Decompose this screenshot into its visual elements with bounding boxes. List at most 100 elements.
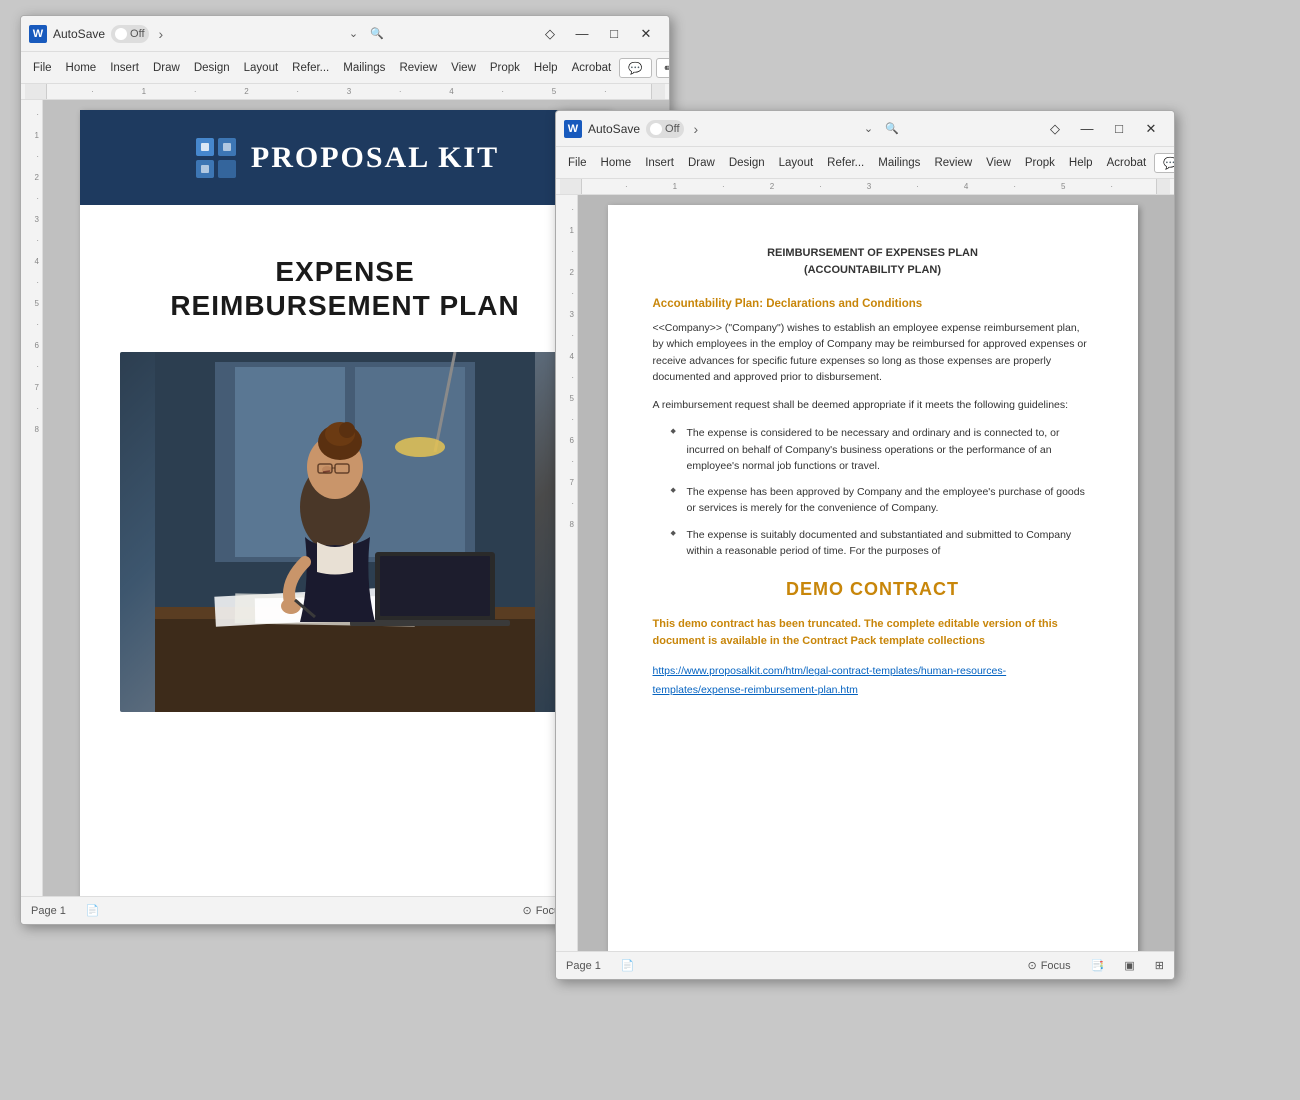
menu-review-1[interactable]: Review <box>393 59 443 77</box>
ruler-1: · 1 · 2 · 3 · 4 · 5 · <box>21 84 669 100</box>
demo-link[interactable]: https://www.proposalkit.com/htm/legal-co… <box>653 665 1007 696</box>
page-indicator-2: Page 1 <box>566 960 601 972</box>
menu-file-2[interactable]: File <box>562 154 593 172</box>
menu-acrobat-2[interactable]: Acrobat <box>1101 154 1153 172</box>
content-document: REIMBURSEMENT OF EXPENSES PLAN (ACCOUNTA… <box>608 205 1138 951</box>
focus-icon-2: ⊙ <box>1027 959 1036 972</box>
focus-icon-1: ⊙ <box>522 904 531 917</box>
diamond-btn-2[interactable]: ◇ <box>1040 114 1070 144</box>
ruler-right-2 <box>1156 179 1170 194</box>
diamond-btn-1[interactable]: ◇ <box>535 19 565 49</box>
menu-draw-2[interactable]: Draw <box>682 154 721 172</box>
minimize-btn-2[interactable]: — <box>1072 114 1102 144</box>
close-btn-1[interactable]: ✕ <box>631 19 661 49</box>
view-icon-4: 📑 <box>1091 959 1105 972</box>
proposal-kit-logo: Proposal Kit <box>191 133 499 183</box>
toggle-circle-2 <box>650 123 662 135</box>
paragraph-1: <<Company>> ("Company") wishes to establ… <box>653 320 1093 385</box>
comment-button-1[interactable]: 💬 <box>619 58 651 78</box>
cover-document: Proposal Kit EXPENSE REIMBURSEMENT PLAN <box>80 110 610 896</box>
menu-design-2[interactable]: Design <box>723 154 771 172</box>
cover-illustration <box>120 352 570 712</box>
menu-view-1[interactable]: View <box>445 59 482 77</box>
title-bar-chevron-2: › <box>694 121 699 137</box>
menu-layout-1[interactable]: Layout <box>238 59 285 77</box>
menu-references-1[interactable]: Refer... <box>286 59 335 77</box>
ruler-marks-1: · 1 · 2 · 3 · 4 · 5 · <box>47 87 651 96</box>
menu-insert-2[interactable]: Insert <box>639 154 680 172</box>
menu-design-1[interactable]: Design <box>188 59 236 77</box>
doc-content-area-2[interactable]: · 1 · 2 · 3 · 4 · 5 · 6 · 7 · 8 REIMBURS… <box>556 195 1174 951</box>
title-search-2[interactable]: 🔍 <box>885 122 899 135</box>
doc-main-title: EXPENSE REIMBURSEMENT PLAN <box>120 255 570 322</box>
title-bar-center-search[interactable]: 🔍 <box>370 27 384 40</box>
menu-review-2[interactable]: Review <box>928 154 978 172</box>
bullet-item-2: The expense has been approved by Company… <box>673 484 1093 517</box>
ruler-2: · 1 · 2 · 3 · 4 · 5 · <box>556 179 1174 195</box>
toggle-state-1: Off <box>130 28 144 40</box>
autosave-toggle-2[interactable]: Off <box>646 120 683 138</box>
focus-label-2[interactable]: ⊙ Focus <box>1027 959 1070 972</box>
demo-text: This demo contract has been truncated. T… <box>653 616 1093 649</box>
cover-header: Proposal Kit <box>80 110 610 205</box>
comment-icon-1: 💬 <box>628 61 642 75</box>
menu-insert-1[interactable]: Insert <box>104 59 145 77</box>
paragraph-2: A reimbursement request shall be deemed … <box>653 397 1093 413</box>
menu-home-1[interactable]: Home <box>60 59 103 77</box>
pk-icon <box>191 133 241 183</box>
ruler-corner-2 <box>560 179 582 194</box>
autosave-toggle-1[interactable]: Off <box>111 25 148 43</box>
pencil-icon-1: ✏ <box>665 61 670 75</box>
menu-draw-1[interactable]: Draw <box>147 59 186 77</box>
menu-view-2[interactable]: View <box>980 154 1017 172</box>
editing-button-1[interactable]: ✏ Editing › <box>656 58 670 78</box>
title-bar-left-1: W AutoSave Off › <box>29 25 198 43</box>
ribbon-1: File Home Insert Draw Design Layout Refe… <box>21 52 669 84</box>
title-bar-2: W AutoSave Off › ⌄ 🔍 ◇ — □ ✕ <box>556 111 1174 147</box>
cover-body: EXPENSE REIMBURSEMENT PLAN <box>80 205 610 772</box>
ruler-right-1 <box>651 84 665 99</box>
ribbon-2: File Home Insert Draw Design Layout Refe… <box>556 147 1174 179</box>
close-btn-2[interactable]: ✕ <box>1136 114 1166 144</box>
demo-contract-section: DEMO CONTRACT This demo contract has bee… <box>653 579 1093 699</box>
minimize-btn-1[interactable]: — <box>567 19 597 49</box>
menu-layout-2[interactable]: Layout <box>773 154 820 172</box>
autosave-label-2: AutoSave <box>588 122 640 136</box>
title-bar-chevron-1: › <box>159 26 164 42</box>
ruler-corner-1 <box>25 84 47 99</box>
word-window-2: W AutoSave Off › ⌄ 🔍 ◇ — □ ✕ File Home I… <box>555 110 1175 980</box>
side-ruler-2: · 1 · 2 · 3 · 4 · 5 · 6 · 7 · 8 <box>556 195 578 951</box>
doc-title-line2: (ACCOUNTABILITY PLAN) <box>653 262 1093 279</box>
menu-acrobat-1[interactable]: Acrobat <box>566 59 618 77</box>
doc-stats-icon-1: 📄 <box>86 904 100 917</box>
pk-title: Proposal Kit <box>251 141 499 175</box>
maximize-btn-1[interactable]: □ <box>599 19 629 49</box>
maximize-btn-2[interactable]: □ <box>1104 114 1134 144</box>
title-bar-left-2: W AutoSave Off › <box>564 120 723 138</box>
bullet-item-1: The expense is considered to be necessar… <box>673 425 1093 474</box>
menu-help-1[interactable]: Help <box>528 59 564 77</box>
section-heading: Accountability Plan: Declarations and Co… <box>653 298 1093 310</box>
title-bar-search-1: ⌄ <box>349 27 358 40</box>
word-icon-2: W <box>564 120 582 138</box>
ribbon-right-2: 💬 ✏ Editing › <box>1154 153 1175 173</box>
menu-file-1[interactable]: File <box>27 59 58 77</box>
menu-mailings-2[interactable]: Mailings <box>872 154 926 172</box>
cover-image <box>120 352 570 712</box>
ruler-marks-2: · 1 · 2 · 3 · 4 · 5 · <box>582 182 1156 191</box>
menu-propk-1[interactable]: Propk <box>484 59 526 77</box>
page-indicator-1: Page 1 <box>31 905 66 917</box>
title-bar-controls-1: ◇ — □ ✕ <box>535 19 661 49</box>
title-bar-center-2: ⌄ 🔍 <box>723 122 1040 135</box>
menu-mailings-1[interactable]: Mailings <box>337 59 391 77</box>
menu-references-2[interactable]: Refer... <box>821 154 870 172</box>
menu-propk-2[interactable]: Propk <box>1019 154 1061 172</box>
side-ruler-1: · 1 · 2 · 3 · 4 · 5 · 6 · 7 · 8 <box>21 100 43 896</box>
autosave-label-1: AutoSave <box>53 27 105 41</box>
menu-home-2[interactable]: Home <box>595 154 638 172</box>
view-icon-6: ⊞ <box>1155 959 1164 972</box>
doc-title-block: REIMBURSEMENT OF EXPENSES PLAN (ACCOUNTA… <box>653 245 1093 278</box>
title-dropdown-2: ⌄ <box>864 122 873 135</box>
menu-help-2[interactable]: Help <box>1063 154 1099 172</box>
comment-button-2[interactable]: 💬 <box>1154 153 1175 173</box>
